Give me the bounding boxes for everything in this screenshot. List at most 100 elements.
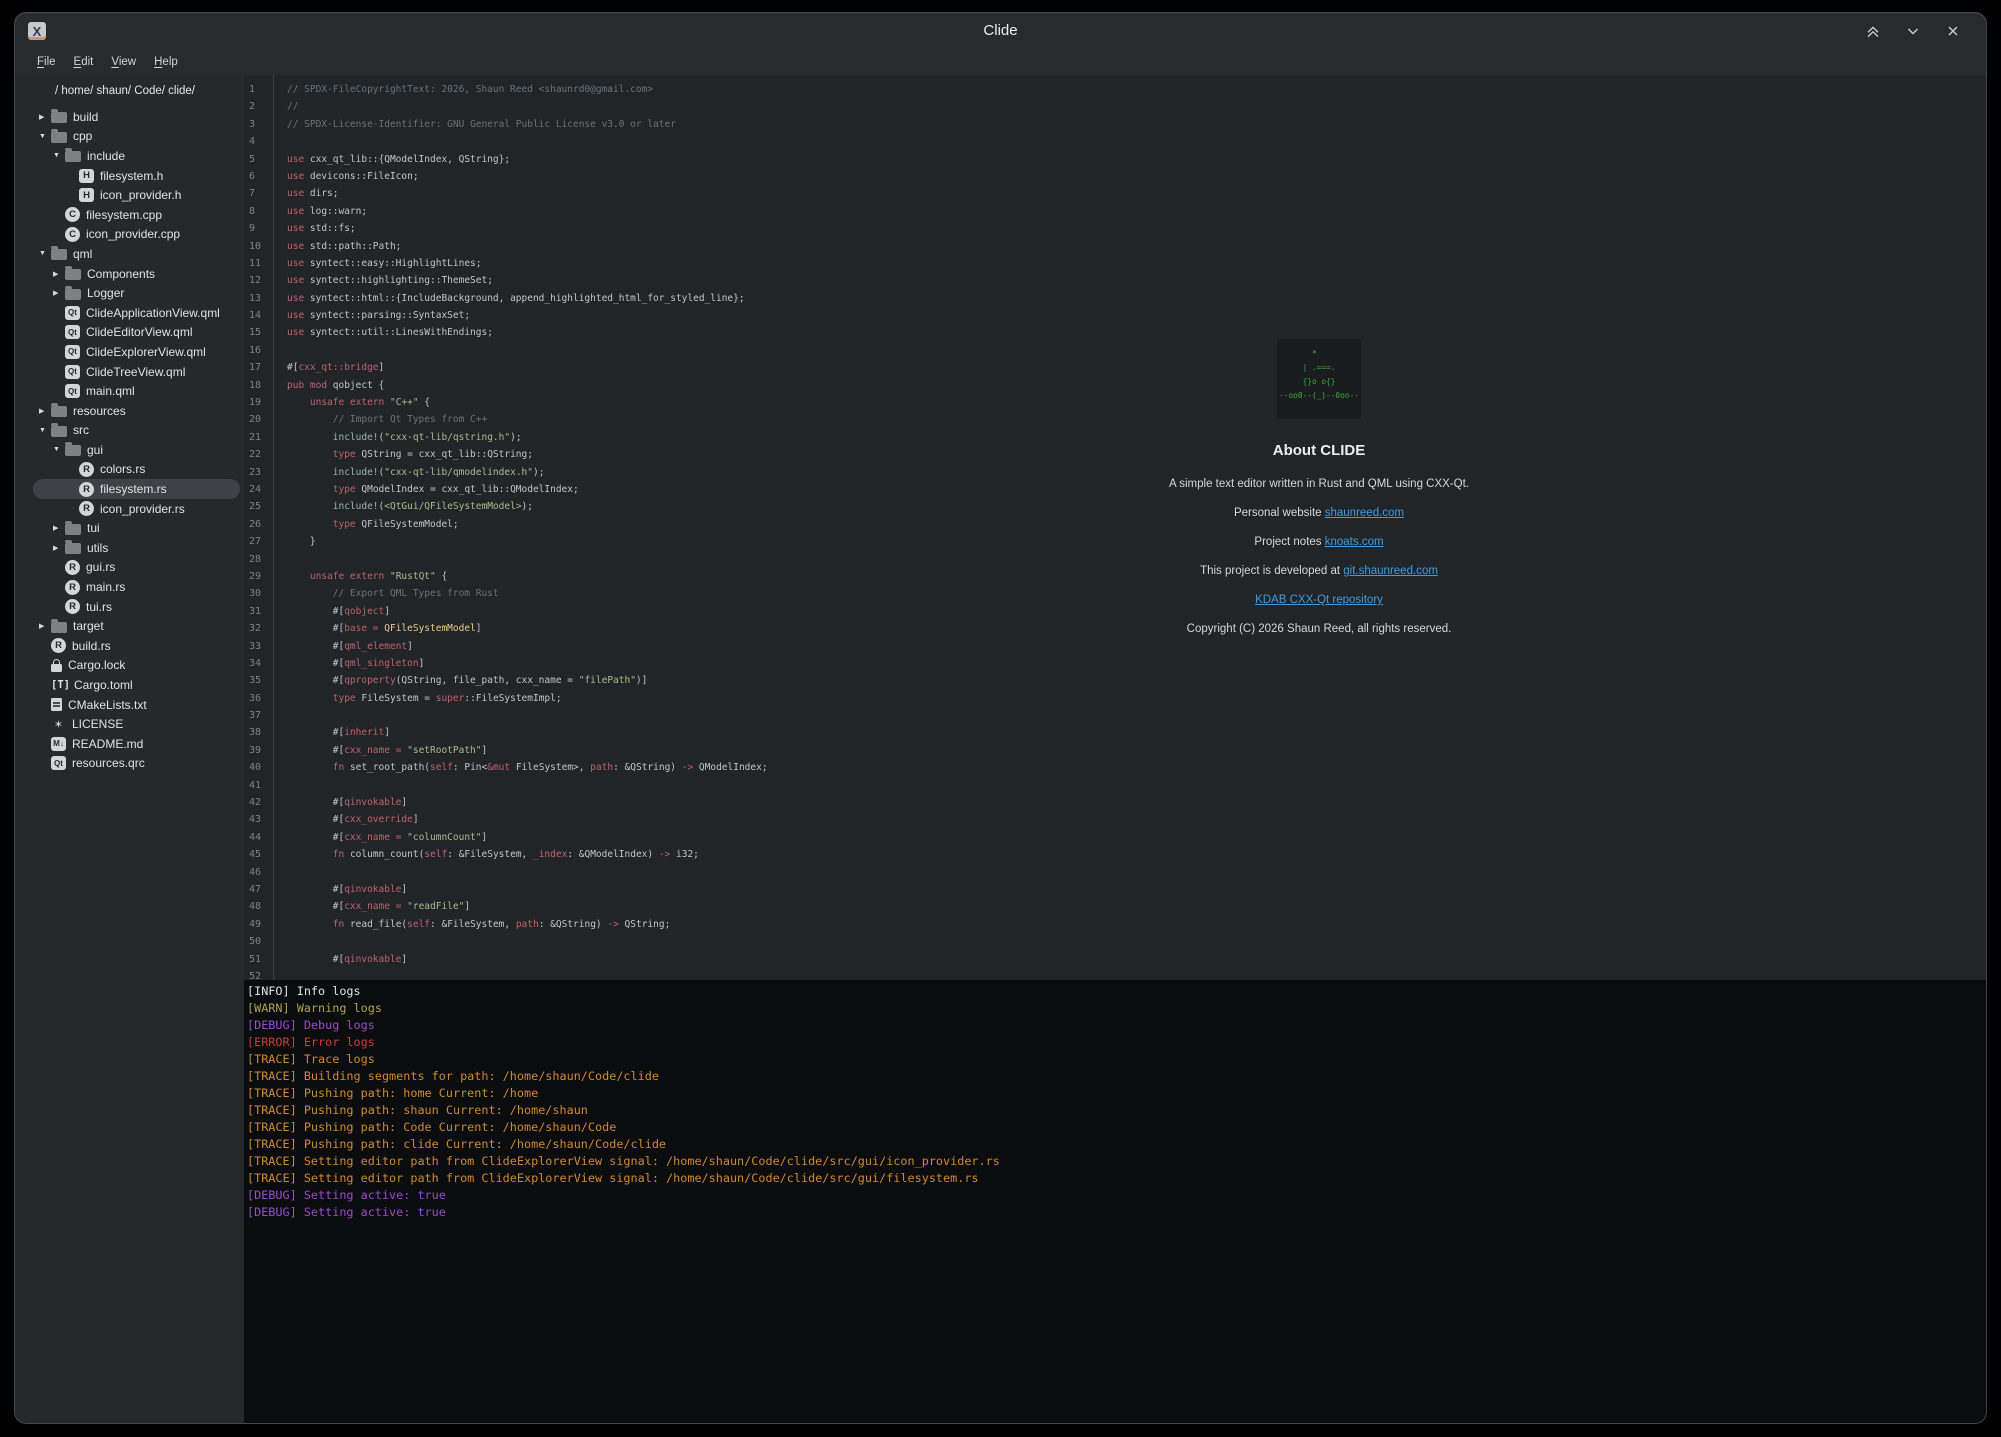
- code-line[interactable]: //: [287, 98, 1987, 115]
- code-line[interactable]: #[qml_singleton]: [287, 655, 1987, 672]
- tree-file-icon-provider-cpp[interactable]: Cicon_provider.cpp: [33, 225, 240, 245]
- tree-file-colors-rs[interactable]: Rcolors.rs: [33, 460, 240, 480]
- about-link[interactable]: git.shaunreed.com: [1343, 565, 1438, 577]
- tree-file-readme-md[interactable]: M↓README.md: [33, 734, 240, 754]
- code-line[interactable]: #[cxx_name = "setRootPath"]: [287, 742, 1987, 759]
- tree-file-filesystem-cpp[interactable]: Cfilesystem.cpp: [33, 205, 240, 225]
- code-line[interactable]: use log::warn;: [287, 203, 1987, 220]
- tree-file-clidetreeview-qml[interactable]: QtClideTreeView.qml: [33, 362, 240, 382]
- chevron-collapsed-icon[interactable]: ▶: [39, 622, 51, 630]
- tree-folder-resources[interactable]: ▶resources: [33, 401, 240, 421]
- code-line[interactable]: #[cxx_name = "readFile"]: [287, 898, 1987, 915]
- code-line[interactable]: [287, 933, 1987, 950]
- code-line[interactable]: fn read_file(self: &FileSystem, path: &Q…: [287, 916, 1987, 933]
- chevron-expanded-icon[interactable]: ▼: [39, 250, 51, 257]
- rust-circle-icon: R: [65, 560, 80, 575]
- code-line[interactable]: #[qproperty(QString, file_path, cxx_name…: [287, 672, 1987, 689]
- tree-file-icon-provider-h[interactable]: Hicon_provider.h: [33, 185, 240, 205]
- chevron-expanded-icon[interactable]: ▼: [53, 446, 65, 453]
- tree-folder-components[interactable]: ▶Components: [33, 264, 240, 284]
- about-title: About CLIDE: [1134, 441, 1504, 461]
- code-line[interactable]: #[qml_element]: [287, 638, 1987, 655]
- about-link[interactable]: shaunreed.com: [1325, 507, 1404, 519]
- tree-folder-utils[interactable]: ▶utils: [33, 538, 240, 558]
- tree-folder-src[interactable]: ▼src: [33, 421, 240, 441]
- code-line[interactable]: [287, 968, 1987, 980]
- tree-file-main-qml[interactable]: Qtmain.qml: [33, 381, 240, 401]
- tree-file-cargo-toml[interactable]: [T]Cargo.toml: [33, 675, 240, 695]
- code-line[interactable]: use syntect::highlighting::ThemeSet;: [287, 272, 1987, 289]
- tree-folder-include[interactable]: ▼include: [33, 146, 240, 166]
- tree-file-tui-rs[interactable]: Rtui.rs: [33, 597, 240, 617]
- chevron-collapsed-icon[interactable]: ▶: [53, 270, 65, 278]
- about-link[interactable]: KDAB CXX-Qt repository: [1255, 594, 1383, 606]
- code-line[interactable]: #[qinvokable]: [287, 794, 1987, 811]
- line-number: 8: [249, 203, 273, 220]
- code-line[interactable]: fn column_count(self: &FileSystem, _inde…: [287, 846, 1987, 863]
- code-line[interactable]: use devicons::FileIcon;: [287, 168, 1987, 185]
- minimize-icon[interactable]: [1904, 22, 1922, 40]
- code-line[interactable]: #[qinvokable]: [287, 951, 1987, 968]
- close-icon[interactable]: [1944, 22, 1962, 40]
- code-line[interactable]: use dirs;: [287, 185, 1987, 202]
- tree-file-filesystem-rs[interactable]: Rfilesystem.rs: [33, 479, 240, 499]
- code-line[interactable]: [287, 864, 1987, 881]
- code-editor[interactable]: 1234567891011121314151617181920212223242…: [244, 75, 1987, 980]
- tree-folder-gui[interactable]: ▼gui: [33, 440, 240, 460]
- code-line[interactable]: use std::fs;: [287, 220, 1987, 237]
- code-line[interactable]: use std::path::Path;: [287, 238, 1987, 255]
- code-line[interactable]: // SPDX-License-Identifier: GNU General …: [287, 116, 1987, 133]
- tree-file-clideapplicationview-qml[interactable]: QtClideApplicationView.qml: [33, 303, 240, 323]
- tree-file-resources-qrc[interactable]: Qtresources.qrc: [33, 754, 240, 774]
- chevron-collapsed-icon[interactable]: ▶: [53, 544, 65, 552]
- chevron-expanded-icon[interactable]: ▼: [39, 427, 51, 434]
- tree-file-filesystem-h[interactable]: Hfilesystem.h: [33, 166, 240, 186]
- line-number: 11: [249, 255, 273, 272]
- code-line[interactable]: [287, 133, 1987, 150]
- maximize-icon[interactable]: [1864, 22, 1882, 40]
- tree-folder-logger[interactable]: ▶Logger: [33, 283, 240, 303]
- tree-folder-cpp[interactable]: ▼cpp: [33, 127, 240, 147]
- code-line[interactable]: #[qinvokable]: [287, 881, 1987, 898]
- chevron-expanded-icon[interactable]: ▼: [39, 133, 51, 140]
- code-line[interactable]: // SPDX-FileCopyrightText: 2026, Shaun R…: [287, 81, 1987, 98]
- tree-file-clideeditorview-qml[interactable]: QtClideEditorView.qml: [33, 323, 240, 343]
- code-area[interactable]: // SPDX-FileCopyrightText: 2026, Shaun R…: [275, 75, 1987, 980]
- menu-item-help[interactable]: Help: [145, 53, 187, 71]
- tree-file-cmakelists-txt[interactable]: CMakeLists.txt: [33, 695, 240, 715]
- tree-file-license[interactable]: ✶LICENSE: [33, 714, 240, 734]
- code-line[interactable]: use syntect::html::{IncludeBackground, a…: [287, 290, 1987, 307]
- tree-file-cargo-lock[interactable]: Cargo.lock: [33, 656, 240, 676]
- menu-item-edit[interactable]: Edit: [65, 53, 103, 71]
- tree-file-main-rs[interactable]: Rmain.rs: [33, 577, 240, 597]
- line-number: 5: [249, 151, 273, 168]
- line-number: 50: [249, 933, 273, 950]
- tree-folder-qml[interactable]: ▼qml: [33, 244, 240, 264]
- code-line[interactable]: [287, 707, 1987, 724]
- code-line[interactable]: #[inherit]: [287, 724, 1987, 741]
- tree-folder-target[interactable]: ▶target: [33, 616, 240, 636]
- log-line: [DEBUG] Setting active: true: [247, 1204, 1986, 1221]
- code-line[interactable]: #[cxx_override]: [287, 811, 1987, 828]
- tree-file-gui-rs[interactable]: Rgui.rs: [33, 558, 240, 578]
- tree-file-build-rs[interactable]: Rbuild.rs: [33, 636, 240, 656]
- chevron-expanded-icon[interactable]: ▼: [53, 152, 65, 159]
- tree-folder-tui[interactable]: ▶tui: [33, 518, 240, 538]
- code-line[interactable]: use cxx_qt_lib::{QModelIndex, QString};: [287, 151, 1987, 168]
- chevron-collapsed-icon[interactable]: ▶: [53, 524, 65, 532]
- tree-file-icon-provider-rs[interactable]: Ricon_provider.rs: [33, 499, 240, 519]
- code-line[interactable]: type FileSystem = super::FileSystemImpl;: [287, 690, 1987, 707]
- chevron-collapsed-icon[interactable]: ▶: [39, 113, 51, 121]
- about-link[interactable]: knoats.com: [1325, 536, 1384, 548]
- menu-item-view[interactable]: View: [102, 53, 145, 71]
- tree-file-clideexplorerview-qml[interactable]: QtClideExplorerView.qml: [33, 342, 240, 362]
- code-line[interactable]: [287, 777, 1987, 794]
- menu-item-file[interactable]: File: [28, 53, 65, 71]
- chevron-collapsed-icon[interactable]: ▶: [39, 407, 51, 415]
- code-line[interactable]: use syntect::parsing::SyntaxSet;: [287, 307, 1987, 324]
- tree-folder-build[interactable]: ▶build: [33, 107, 240, 127]
- code-line[interactable]: fn set_root_path(self: Pin<&mut FileSyst…: [287, 759, 1987, 776]
- code-line[interactable]: use syntect::easy::HighlightLines;: [287, 255, 1987, 272]
- chevron-collapsed-icon[interactable]: ▶: [53, 289, 65, 297]
- code-line[interactable]: #[cxx_name = "columnCount"]: [287, 829, 1987, 846]
